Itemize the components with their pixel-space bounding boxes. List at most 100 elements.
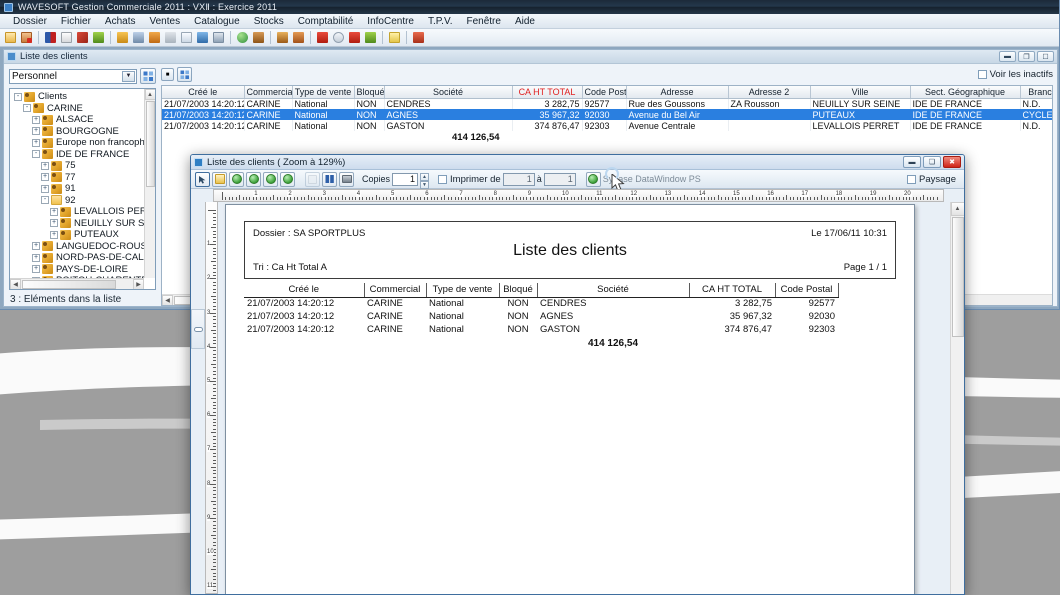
printer-icon[interactable]: [585, 171, 601, 187]
tree-horizontal-scrollbar[interactable]: ◀ ▶: [10, 278, 144, 289]
grid-column-header[interactable]: Société: [384, 86, 513, 99]
scroll-up-arrow-icon[interactable]: ▲: [144, 89, 155, 100]
grid-scroll-left-icon[interactable]: ◀: [162, 294, 173, 305]
expand-icon[interactable]: +: [32, 253, 40, 262]
grid-column-header[interactable]: Commercial: [244, 86, 293, 99]
grid-column-header[interactable]: Branche: [1020, 86, 1052, 99]
tree-node[interactable]: + PAYS-DE-LOIRE: [14, 264, 144, 276]
close-button[interactable]: ✖: [943, 156, 961, 168]
menu-item-dossier[interactable]: Dossier: [6, 16, 54, 27]
grid-column-header[interactable]: Code Postal: [582, 86, 627, 99]
globe-icon[interactable]: [235, 30, 250, 45]
chevron-down-icon[interactable]: ▼: [122, 70, 135, 82]
next-page-icon[interactable]: [246, 171, 261, 187]
undo-icon[interactable]: [195, 30, 210, 45]
expand-icon[interactable]: +: [32, 265, 40, 274]
tree-node[interactable]: - CARINE: [14, 103, 144, 115]
package-icon[interactable]: [251, 30, 266, 45]
notes-icon[interactable]: [387, 30, 402, 45]
maximize-button[interactable]: ❏: [923, 156, 941, 168]
zoom-out-icon[interactable]: [305, 171, 320, 187]
collapse-icon[interactable]: -: [23, 104, 31, 113]
menu-item-infocentre[interactable]: InfoCentre: [360, 16, 421, 27]
picture-icon[interactable]: [211, 30, 226, 45]
tree-node[interactable]: + PUTEAUX: [14, 229, 144, 241]
minimize-button[interactable]: ▬: [999, 51, 1016, 62]
grid-column-header[interactable]: Adresse 2: [728, 86, 811, 99]
tree-node[interactable]: +75: [14, 160, 144, 172]
expand-icon[interactable]: +: [41, 161, 49, 170]
scissors-icon[interactable]: [75, 30, 90, 45]
menu-item-fichier[interactable]: Fichier: [54, 16, 98, 27]
goto-page-icon[interactable]: [280, 171, 295, 187]
collapse-icon[interactable]: -: [14, 92, 22, 101]
landscape-checkbox[interactable]: Paysage: [907, 174, 956, 185]
expand-icon[interactable]: +: [32, 115, 40, 124]
prev-page-icon[interactable]: [229, 171, 244, 187]
collapse-icon[interactable]: -: [32, 150, 40, 159]
grid-column-header[interactable]: Bloqué: [354, 86, 385, 99]
table-row[interactable]: 21/07/2003 14:20:12 CARINE National NON GAST…: [162, 120, 1052, 131]
tree-node[interactable]: +91: [14, 183, 144, 195]
archive-icon[interactable]: [275, 30, 290, 45]
last-page-icon[interactable]: [263, 171, 278, 187]
show-inactive-checkbox[interactable]: Voir les inactifs: [977, 69, 1053, 80]
page-scroll-area[interactable]: Dossier : SA SPORTPLUS Le 17/06/11 10:31…: [219, 203, 944, 594]
preview-vscroll-thumb[interactable]: [951, 217, 964, 337]
grid-column-header[interactable]: Adresse: [626, 86, 729, 99]
range-to-input[interactable]: 1: [543, 172, 576, 186]
refresh-icon[interactable]: [363, 30, 378, 45]
calculator-icon[interactable]: [131, 30, 146, 45]
clients-tree[interactable]: - Clients - CARINE + ALSACE + BOURGOGNE + Europe …: [9, 88, 156, 290]
preview-page-nav[interactable]: [191, 309, 205, 349]
minimize-button[interactable]: ▬: [903, 156, 921, 168]
expand-icon[interactable]: +: [50, 207, 58, 216]
text-red-icon[interactable]: [315, 30, 330, 45]
first-page-icon[interactable]: [212, 171, 227, 187]
maximize-button[interactable]: ☐: [1037, 51, 1054, 62]
phone-icon[interactable]: [147, 30, 162, 45]
tree-vertical-scrollbar[interactable]: ▲: [144, 89, 155, 278]
scroll-right-arrow-icon[interactable]: ▶: [133, 278, 144, 289]
menu-item-achats[interactable]: Achats: [98, 16, 143, 27]
menu-item-aide[interactable]: Aide: [508, 16, 542, 27]
binoculars-search-icon[interactable]: [43, 30, 58, 45]
grid-column-header[interactable]: CA HT TOTAL: [512, 86, 583, 99]
tree-hscroll-thumb[interactable]: [22, 279, 116, 289]
expand-icon[interactable]: +: [41, 173, 49, 182]
truck-icon[interactable]: [291, 30, 306, 45]
menu-item-fenetre[interactable]: Fenêtre: [459, 16, 507, 27]
delete-record-icon[interactable]: [19, 30, 34, 45]
expand-icon[interactable]: +: [32, 242, 40, 251]
grid-dropdown-icon[interactable]: ■: [161, 68, 174, 81]
table-row[interactable]: 21/07/2003 14:20:12 CARINE National NON CEND…: [162, 98, 1052, 109]
table-row[interactable]: 21/07/2003 14:20:12 CARINE National NON AGNE…: [162, 109, 1052, 120]
grid-layout-icon[interactable]: [177, 67, 192, 82]
menu-item-ventes[interactable]: Ventes: [143, 16, 188, 27]
menu-item-stocks[interactable]: Stocks: [247, 16, 291, 27]
grid-column-header[interactable]: Ville: [810, 86, 911, 99]
menu-item-catalogue[interactable]: Catalogue: [187, 16, 247, 27]
tree-node[interactable]: + LANGUEDOC-ROUSSILL: [14, 241, 144, 253]
expand-icon[interactable]: +: [32, 138, 40, 147]
print-range-checkbox[interactable]: Imprimer de: [438, 174, 501, 185]
document-icon[interactable]: [179, 30, 194, 45]
print-icon[interactable]: [339, 171, 354, 187]
expand-icon[interactable]: +: [50, 230, 58, 239]
restore-button[interactable]: ❐: [1018, 51, 1035, 62]
scroll-left-arrow-icon[interactable]: ◀: [10, 278, 21, 289]
lightning-icon[interactable]: [91, 30, 106, 45]
copies-input[interactable]: 1: [392, 172, 419, 186]
open-folder-icon[interactable]: [3, 30, 18, 45]
scroll-up-arrow-icon[interactable]: ▲: [950, 202, 964, 216]
tree-node[interactable]: - IDE DE FRANCE: [14, 149, 144, 161]
select-tool-icon[interactable]: [195, 171, 210, 187]
customer-icon[interactable]: [115, 30, 130, 45]
expand-icon[interactable]: +: [32, 127, 40, 136]
copies-stepper[interactable]: ▲ ▼: [420, 172, 430, 189]
tree-node[interactable]: + NEUILLY SUR SE: [14, 218, 144, 230]
exit-icon[interactable]: [411, 30, 426, 45]
text-green-icon[interactable]: [347, 30, 362, 45]
tree-node[interactable]: + BOURGOGNE: [14, 126, 144, 138]
grid-column-header[interactable]: Créé le: [162, 86, 245, 99]
